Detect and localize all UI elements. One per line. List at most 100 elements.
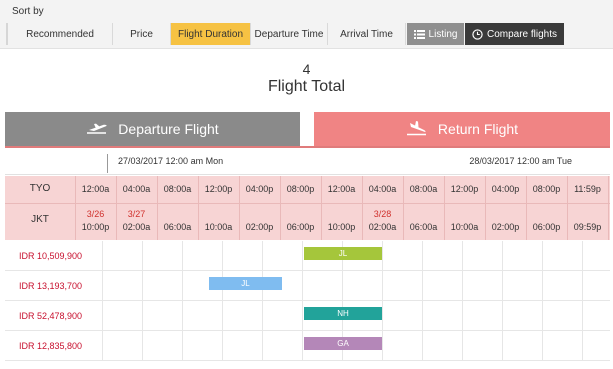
grid-column-divider bbox=[502, 301, 503, 331]
destination-time-label: 06:00p bbox=[286, 222, 315, 232]
sort-options: Recommended Price Flight Duration Depart… bbox=[6, 23, 406, 45]
grid-column-divider bbox=[582, 331, 583, 361]
timeline-header: TYO JKT 12:00a 04:00a 08:00a 12:00p 04:00p 08… bbox=[5, 176, 610, 240]
origin-time-label: 08:00p bbox=[286, 184, 315, 194]
grid-column-divider bbox=[382, 271, 383, 301]
grid-column-divider bbox=[502, 271, 503, 301]
destination-code: JKT bbox=[31, 214, 49, 225]
grid-column-divider bbox=[222, 241, 223, 271]
grid-column-divider bbox=[502, 241, 503, 271]
grid-column-divider bbox=[262, 241, 263, 271]
flight-price[interactable]: IDR 10,509,900 bbox=[19, 251, 82, 261]
origin-time-label: 04:00p bbox=[245, 184, 274, 194]
destination-time-label: 02:00p bbox=[245, 222, 274, 232]
flight-total-count: 4 bbox=[302, 61, 311, 77]
flight-segment-bar[interactable]: JL bbox=[209, 277, 282, 290]
destination-time-label: 02:00a bbox=[368, 222, 397, 232]
origin-time-label: 04:00a bbox=[368, 184, 397, 194]
grid-column-divider bbox=[382, 241, 383, 271]
tab-departure-label: Departure Flight bbox=[118, 121, 219, 137]
date-divider bbox=[107, 154, 108, 173]
list-icon bbox=[413, 29, 425, 39]
origin-time-label: 08:00p bbox=[532, 184, 561, 194]
origin-code: TYO bbox=[29, 183, 51, 194]
grid-column-divider bbox=[302, 241, 303, 271]
flight-segment-bar[interactable]: NH bbox=[304, 307, 382, 320]
grid-column-divider bbox=[102, 331, 103, 361]
grid-column-divider bbox=[542, 271, 543, 301]
listing-button[interactable]: Listing bbox=[407, 23, 464, 45]
flight-price[interactable]: IDR 13,193,700 bbox=[19, 281, 82, 291]
grid-column-divider bbox=[382, 331, 383, 361]
grid-column-divider bbox=[462, 271, 463, 301]
sort-option-recommended[interactable]: Recommended bbox=[8, 23, 113, 45]
destination-time-label: 06:00p bbox=[532, 222, 561, 232]
timeline-row-divider bbox=[5, 203, 610, 204]
grid-column-divider bbox=[182, 241, 183, 271]
origin-time-label: 08:00a bbox=[163, 184, 192, 194]
flight-total-label: Flight Total bbox=[267, 78, 346, 95]
timeline-column-divider bbox=[608, 176, 609, 240]
start-date: 27/03/2017 12:00 am Mon bbox=[118, 156, 224, 166]
sort-bar: Sort by Recommended Price Flight Duratio… bbox=[0, 0, 613, 49]
origin-time-label: 12:00a bbox=[81, 184, 110, 194]
grid-column-divider bbox=[142, 331, 143, 361]
grid-column-divider bbox=[142, 271, 143, 301]
grid-column-divider bbox=[422, 241, 423, 271]
grid-column-divider bbox=[102, 301, 103, 331]
grid-column-divider bbox=[182, 271, 183, 301]
destination-time-label: 10:00p bbox=[327, 222, 356, 232]
grid-column-divider bbox=[582, 301, 583, 331]
sort-by-label: Sort by bbox=[12, 6, 44, 17]
grid-column-divider bbox=[102, 241, 103, 271]
grid-column-divider bbox=[302, 271, 303, 301]
flight-segment-bar[interactable]: JL bbox=[304, 247, 382, 260]
destination-time-label: 02:00a bbox=[122, 222, 151, 232]
grid-column-divider bbox=[502, 331, 503, 361]
flight-price[interactable]: IDR 12,835,800 bbox=[19, 341, 82, 351]
grid-column-divider bbox=[542, 301, 543, 331]
grid-column-divider bbox=[222, 331, 223, 361]
tab-return-flight[interactable]: Return Flight bbox=[314, 112, 610, 146]
grid-column-divider bbox=[422, 331, 423, 361]
grid-column-divider bbox=[542, 331, 543, 361]
grid-column-divider bbox=[462, 301, 463, 331]
flight-row: IDR 13,193,700 JL bbox=[5, 271, 610, 301]
tab-return-label: Return Flight bbox=[437, 121, 519, 137]
flight-row: IDR 10,509,900 JL bbox=[5, 241, 610, 271]
origin-time-label: 04:00p bbox=[491, 184, 520, 194]
grid-column-divider bbox=[222, 301, 223, 331]
origin-time-label: 11:59p bbox=[574, 184, 601, 194]
sort-option-flight-duration[interactable]: Flight Duration bbox=[171, 23, 251, 45]
grid-column-divider bbox=[302, 331, 303, 361]
tab-departure-flight[interactable]: Departure Flight bbox=[5, 112, 300, 146]
date-header: 27/03/2017 12:00 am Mon 28/03/2017 12:00… bbox=[5, 148, 610, 175]
plane-takeoff-icon bbox=[86, 121, 108, 138]
grid-column-divider bbox=[422, 271, 423, 301]
listing-label: Listing bbox=[428, 28, 458, 40]
compare-flights-label: Compare flights bbox=[486, 28, 558, 40]
sort-option-departure-time[interactable]: Departure Time bbox=[251, 23, 328, 45]
destination-time-label: 10:00a bbox=[450, 222, 479, 232]
destination-date-mark: 3/27 bbox=[127, 209, 146, 219]
flight-segment-bar[interactable]: GA bbox=[304, 337, 382, 350]
grid-column-divider bbox=[542, 241, 543, 271]
destination-date-mark: 3/28 bbox=[373, 209, 392, 219]
destination-time-label: 02:00p bbox=[491, 222, 520, 232]
compare-flights-button[interactable]: Compare flights bbox=[465, 23, 564, 45]
flight-row: IDR 52,478,900 NH bbox=[5, 301, 610, 331]
destination-date-mark: 3/26 bbox=[86, 209, 105, 219]
destination-time-label: 09:59p bbox=[573, 222, 602, 232]
destination-time-label: 06:00a bbox=[409, 222, 438, 232]
flight-price[interactable]: IDR 52,478,900 bbox=[19, 311, 82, 321]
origin-time-label: 04:00a bbox=[122, 184, 151, 194]
grid-column-divider bbox=[262, 331, 263, 361]
grid-column-divider bbox=[102, 271, 103, 301]
sort-option-arrival-time[interactable]: Arrival Time bbox=[328, 23, 406, 45]
flight-row: IDR 12,835,800 GA bbox=[5, 331, 610, 361]
grid-column-divider bbox=[342, 271, 343, 301]
grid-column-divider bbox=[382, 301, 383, 331]
origin-time-label: 08:00a bbox=[409, 184, 438, 194]
plane-landing-icon bbox=[406, 120, 428, 139]
sort-option-price[interactable]: Price bbox=[113, 23, 171, 45]
